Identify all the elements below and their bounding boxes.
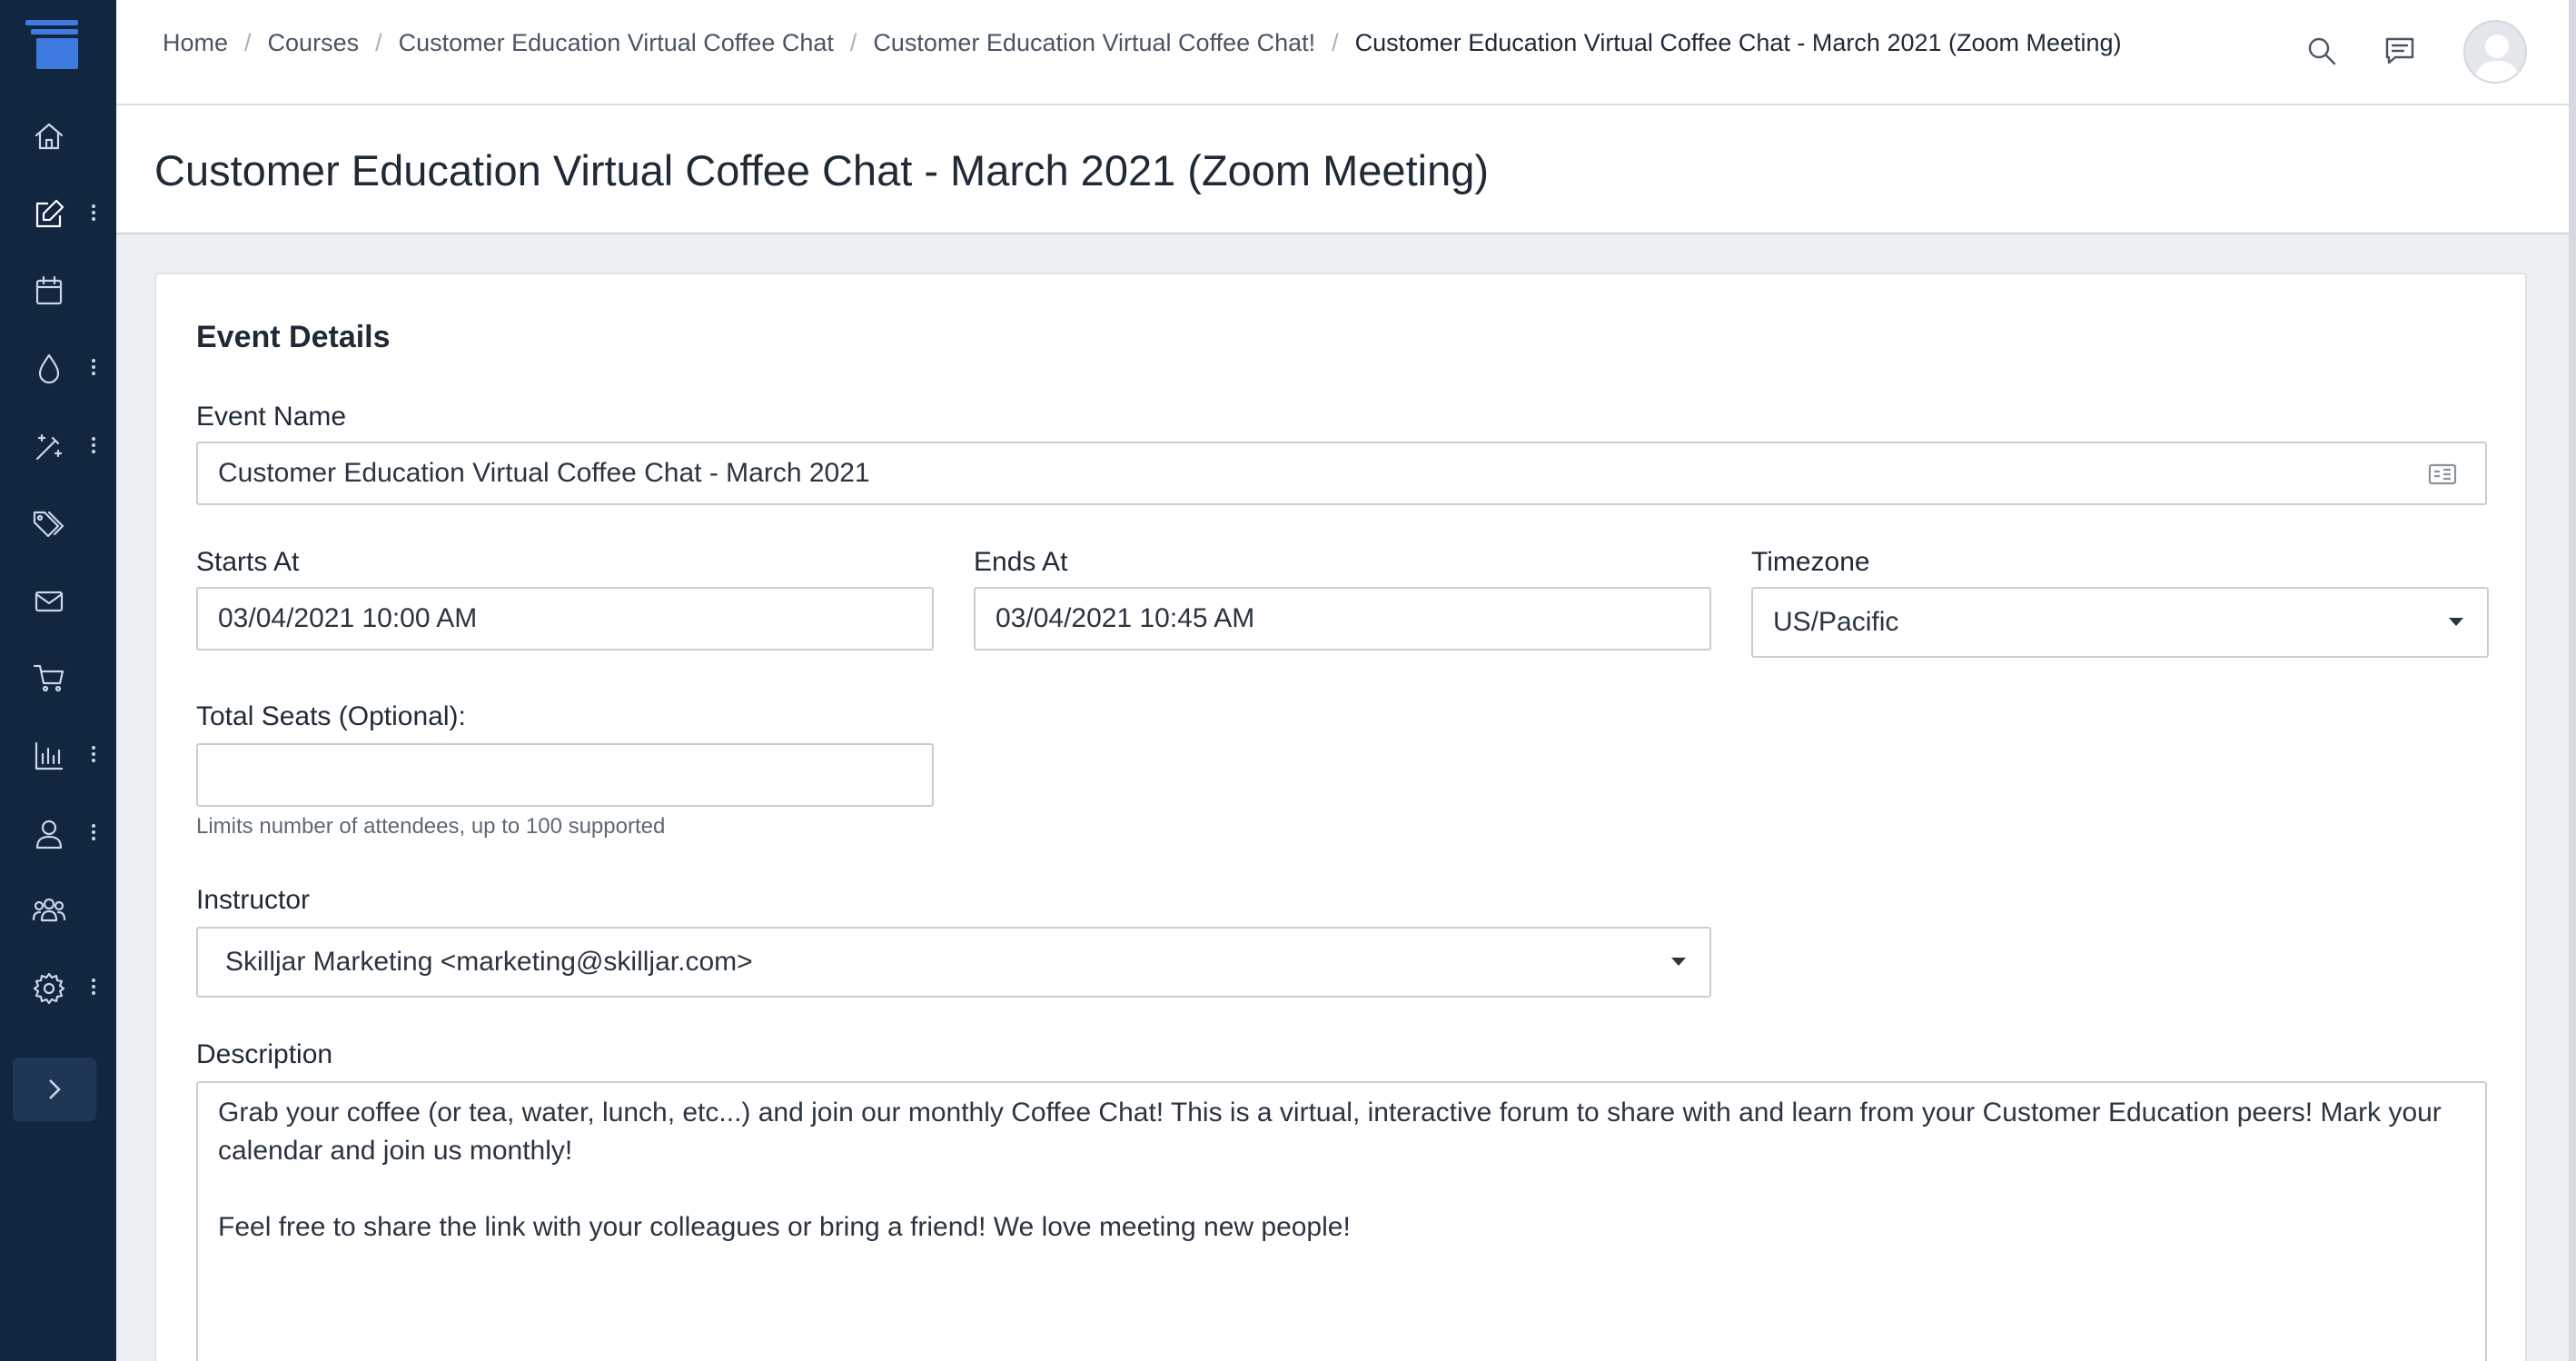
breadcrumb: Home / Courses / Customer Education Virtual … [163,29,2122,57]
chevron-right-icon [49,1079,61,1099]
sidebar-item-settings[interactable] [0,959,116,1018]
sidebar-item-edit[interactable] [0,185,116,243]
page-title: Customer Education Virtual Coffee Chat -… [154,146,1490,194]
analytics-icon [31,738,67,774]
more-icon[interactable] [89,976,98,1001]
timezone-value: US/Pacific [1773,607,1899,637]
sidebar-item-cart[interactable] [0,649,116,707]
calendar-icon [31,273,67,309]
caret-down-icon [2449,618,2463,626]
section-title: Event Details [196,320,391,354]
sidebar-item-mail[interactable] [0,572,116,631]
breadcrumb-separator: / [375,29,382,56]
ends-at-label: Ends At [974,547,1068,577]
avatar[interactable] [2463,20,2527,84]
more-icon[interactable] [89,821,98,847]
sidebar-item-calendar[interactable] [0,262,116,320]
home-icon [31,118,67,154]
timezone-select[interactable]: US/Pacific [1751,587,2489,658]
event-details-card: Event Details Event Name Customer Educat… [154,273,2527,1361]
sidebar-item-analytics[interactable] [0,727,116,785]
breadcrumb-home[interactable]: Home [163,29,228,56]
instructor-label: Instructor [196,885,311,915]
magic-wand-icon [31,429,67,465]
breadcrumb-path[interactable]: Customer Education Virtual Coffee Chat! [873,29,1315,56]
expand-sidebar-button[interactable] [13,1058,96,1121]
more-icon[interactable] [89,434,98,460]
starts-at-value: 03/04/2021 10:00 AM [218,603,478,633]
description-paragraph: Grab your coffee (or tea, water, lunch, … [218,1098,2442,1166]
search-icon[interactable] [2304,33,2340,69]
breadcrumb-current: Customer Education Virtual Coffee Chat -… [1354,29,2122,56]
total-seats-input[interactable] [196,743,934,807]
breadcrumb-course[interactable]: Customer Education Virtual Coffee Chat [399,29,834,56]
logo-icon[interactable] [25,20,80,71]
user-icon [31,816,67,852]
more-icon[interactable] [89,356,98,382]
sidebar-item-magic[interactable] [0,418,116,476]
sidebar [0,0,116,1361]
scrollbar[interactable] [2569,0,2576,1361]
more-icon[interactable] [89,202,98,227]
droplet-icon [31,351,67,387]
more-icon[interactable] [89,743,98,769]
feedback-icon[interactable] [2382,33,2418,69]
users-icon [31,892,67,929]
description-paragraph: Feel free to share the link with your co… [218,1212,1351,1242]
event-name-label: Event Name [196,402,347,432]
breadcrumb-separator: / [244,29,252,56]
timezone-label: Timezone [1751,547,1870,577]
gear-icon [31,970,67,1007]
top-bar: Home / Courses / Customer Education Virtual … [116,0,2576,105]
breadcrumb-separator: / [1332,29,1339,56]
sidebar-item-groups[interactable] [0,881,116,939]
event-name-input[interactable]: Customer Education Virtual Coffee Chat -… [196,442,2487,505]
caret-down-icon [1671,958,1686,966]
starts-at-label: Starts At [196,547,300,577]
breadcrumb-courses[interactable]: Courses [268,29,360,56]
instructor-select[interactable]: Skilljar Marketing <marketing@skilljar.c… [196,927,1711,998]
description-label: Description [196,1039,333,1069]
cart-icon [31,660,67,696]
sidebar-item-droplet[interactable] [0,340,116,398]
edit-icon [31,196,67,233]
sidebar-item-tags[interactable] [0,494,116,552]
breadcrumb-separator: / [849,29,857,56]
sidebar-item-home[interactable] [0,107,116,165]
total-seats-hint: Limits number of attendees, up to 100 su… [196,814,666,839]
mail-icon [31,583,67,620]
event-name-value: Customer Education Virtual Coffee Chat -… [218,458,870,488]
starts-at-input[interactable]: 03/04/2021 10:00 AM [196,587,934,651]
instructor-value: Skilljar Marketing <marketing@skilljar.c… [225,947,753,977]
ends-at-input[interactable]: 03/04/2021 10:45 AM [974,587,1711,651]
ends-at-value: 03/04/2021 10:45 AM [996,603,1255,633]
tags-icon [31,505,67,541]
page-header: Customer Education Virtual Coffee Chat -… [116,105,2569,234]
sidebar-item-user[interactable] [0,805,116,863]
description-textarea[interactable]: Grab your coffee (or tea, water, lunch, … [196,1081,2487,1361]
total-seats-label: Total Seats (Optional): [196,701,466,731]
id-card-icon[interactable] [2427,460,2458,489]
user-avatar-icon [2474,35,2520,82]
